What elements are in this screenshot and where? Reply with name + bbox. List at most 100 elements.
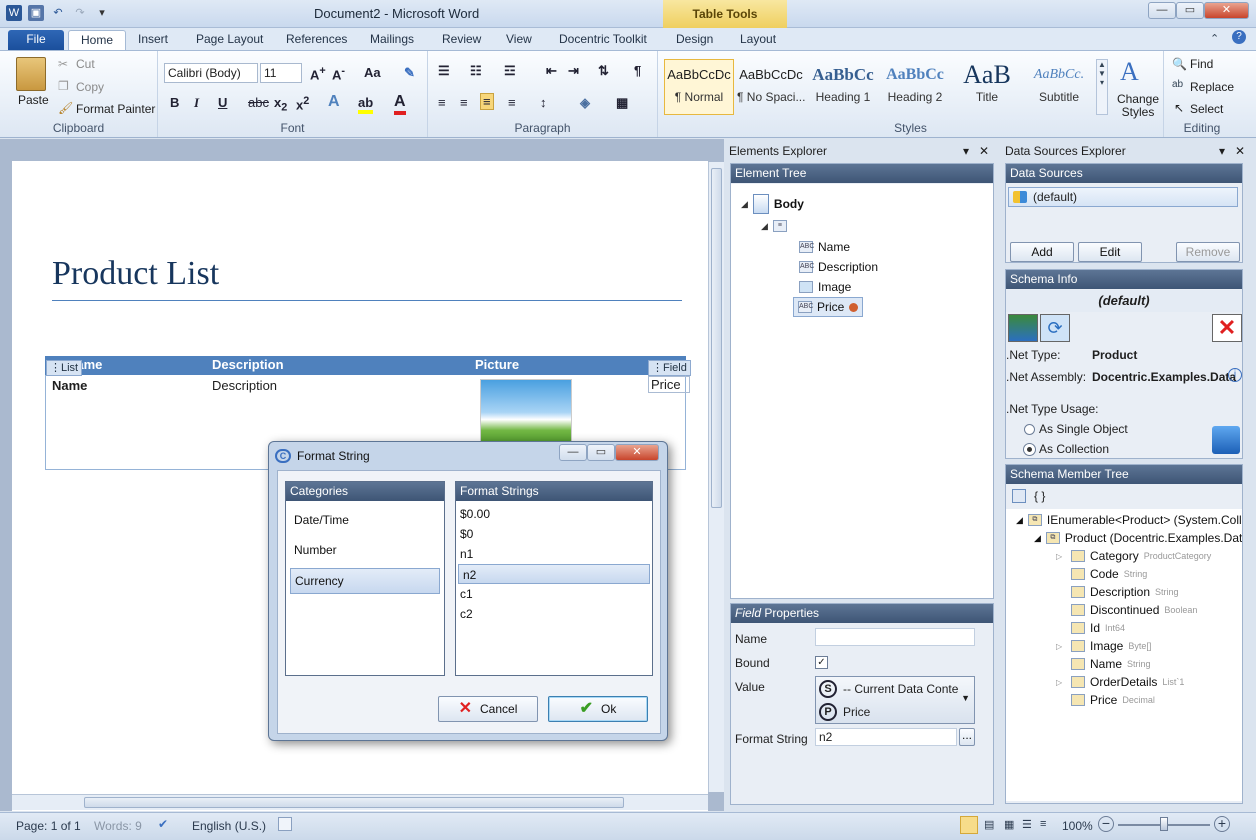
tab-insert[interactable]: Insert [126,30,180,50]
highlight-icon[interactable]: ab [358,95,374,114]
member-item[interactable]: ▷ OrderDetails List`1 [1056,675,1184,689]
print-layout-icon[interactable] [960,816,978,834]
pane-menu-icon[interactable]: ▾ [963,141,969,161]
member-item[interactable]: Id Int64 [1056,621,1125,635]
member-item[interactable]: Name String [1056,657,1151,671]
braces-icon[interactable]: { } [1034,489,1045,503]
tab-layout[interactable]: Layout [728,30,788,50]
expand-icon[interactable]: ▷ [1056,642,1066,651]
value-selector[interactable]: S -- Current Data Conte P Price ▼ [815,676,975,724]
outline-icon[interactable]: ☰ [1022,818,1032,831]
find-button[interactable]: Find [1190,57,1213,71]
pane-close-icon[interactable]: ✕ [979,141,989,161]
web-layout-icon[interactable]: ▦ [1004,818,1014,831]
copy-button[interactable]: Copy [76,80,104,94]
style-heading-1[interactable]: AaBbCc Heading 1 [808,59,878,115]
dialog-minimize-button[interactable]: — [559,444,587,461]
member-item[interactable]: Description String [1056,585,1179,599]
format-item[interactable]: c1 [456,584,652,604]
field-tag[interactable]: ⋮Field [648,360,691,376]
italic-icon[interactable]: I [194,95,199,111]
replace-button[interactable]: Replace [1190,80,1234,94]
cancel-button[interactable]: ✕ Cancel [438,696,538,722]
zoom-out-icon[interactable]: − [1098,816,1114,832]
sort-icon[interactable]: ⇅ [598,63,609,79]
proofing-icon[interactable]: ✔ [158,817,168,831]
draft-icon[interactable]: ≡ [1040,818,1046,830]
tree-node-price[interactable]: ABC Price [793,297,864,317]
style-normal[interactable]: AaBbCcDc ¶ Normal [664,59,734,115]
member-item[interactable]: ▷ Image Byte[] [1056,639,1151,653]
bold-icon[interactable]: B [170,95,179,110]
tab-view[interactable]: View [494,30,544,50]
format-item[interactable]: $0 [456,524,652,544]
bullets-icon[interactable]: ☰ [438,63,450,79]
shrink-font-icon[interactable]: A- [332,65,345,82]
usage-single-radio[interactable]: As Single Object [1024,422,1128,436]
styles-scroll[interactable]: ▲ ▼ ▾ [1096,59,1108,115]
schema-member-tree[interactable]: ◢ ⧉ IEnumerable<Product> (System.Colle ◢ ⧉ P… [1006,509,1242,801]
page-count[interactable]: Page: 1 of 1 [16,819,81,833]
tree-node-description[interactable]: ABC Description [799,260,878,274]
justify-icon[interactable]: ≡ [508,95,516,110]
zoom-level[interactable]: 100% [1062,819,1093,833]
tree-view-icon[interactable] [1012,489,1026,503]
pane-close-icon[interactable]: ✕ [1235,141,1245,161]
cell-price[interactable]: Price [648,376,690,393]
format-string-browse-button[interactable]: ... [959,728,975,746]
dialog-close-button[interactable]: ✕ [615,444,659,461]
category-item-selected[interactable]: Currency [290,568,440,594]
style-heading-2[interactable]: AaBbCc Heading 2 [880,59,950,115]
expand-icon[interactable]: ◢ [1016,515,1023,526]
scroll-thumb[interactable] [84,797,624,808]
strikethrough-icon[interactable]: abc [248,95,269,110]
paste-button[interactable]: Paste [18,93,49,107]
tree-node-body[interactable]: ◢ Body [741,194,804,214]
full-screen-reading-icon[interactable]: ▤ [984,818,994,831]
data-source-item[interactable]: (default) [1008,187,1238,207]
tab-mailings[interactable]: Mailings [358,30,426,50]
style-no-spacing[interactable]: AaBbCcDc ¶ No Spaci... [736,59,806,115]
close-button[interactable]: ✕ [1204,2,1249,19]
edit-button[interactable]: Edit [1078,242,1142,262]
text-effects-icon[interactable]: A [328,93,340,111]
tab-design[interactable]: Design [664,30,725,50]
align-left-icon[interactable]: ≡ [438,95,446,110]
tab-docentric-toolkit[interactable]: Docentric Toolkit [547,30,659,50]
help-icon[interactable]: ? [1232,30,1246,44]
align-right-icon[interactable]: ≡ [480,93,494,110]
show-formatting-icon[interactable]: ¶ [634,63,641,78]
delete-schema-icon[interactable]: ✕ [1212,314,1242,342]
line-spacing-icon[interactable]: ↕ [540,95,547,110]
grow-font-icon[interactable]: A+ [310,65,326,82]
format-item[interactable]: c2 [456,604,652,624]
maximize-button[interactable]: ▭ [1176,2,1204,19]
customize-toolbar-icon[interactable]: ▾ [94,5,110,21]
format-string-field[interactable]: n2 [815,728,957,746]
multilevel-list-icon[interactable]: ☲ [504,63,516,79]
numbering-icon[interactable]: ☷ [470,63,482,79]
change-styles-icon[interactable]: A [1120,57,1139,87]
zoom-in-icon[interactable]: + [1214,816,1230,832]
info-icon[interactable]: i [1228,368,1242,382]
zoom-slider-thumb[interactable] [1160,817,1168,831]
value-dropdown-icon[interactable]: ▼ [961,693,970,703]
redo-icon[interactable]: ↷ [72,5,88,21]
collapse-ribbon-icon[interactable]: ⌃ [1210,32,1219,45]
align-center-icon[interactable]: ≡ [460,95,468,110]
document-horizontal-scrollbar[interactable] [12,794,708,810]
select-button[interactable]: Select [1190,102,1223,116]
macro-icon[interactable] [278,817,292,831]
member-item[interactable]: Price Decimal [1056,693,1155,707]
tree-node-name[interactable]: ABC Name [799,240,850,254]
shading-icon[interactable]: ◈ [580,95,590,111]
save-icon[interactable]: ▣ [28,5,44,21]
change-case-icon[interactable]: Aa [364,65,381,80]
format-painter-button[interactable]: Format Painter [76,102,155,116]
word-count[interactable]: Words: 9 [94,819,142,833]
refresh-icon[interactable]: ⟳ [1040,314,1070,342]
load-schema-icon[interactable] [1008,314,1038,342]
tree-node-image[interactable]: Image [799,280,851,294]
ok-button[interactable]: ✔ Ok [548,696,648,722]
subscript-icon[interactable]: x2 [274,95,287,114]
